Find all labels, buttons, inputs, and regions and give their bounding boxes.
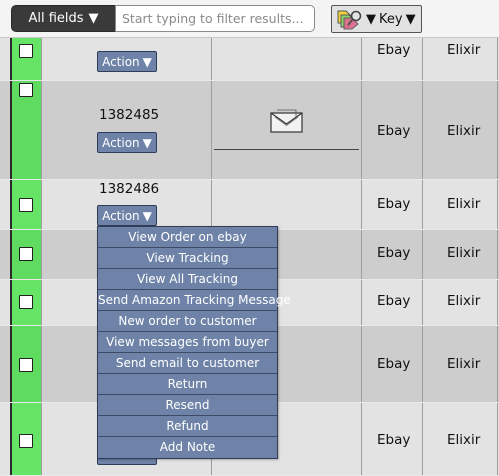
- filter-field-select[interactable]: All fields ▼: [11, 5, 116, 32]
- chevron-down-icon: ▼: [142, 135, 152, 150]
- channel-cell: Ebay: [377, 196, 411, 212]
- chevron-down-icon: ▼: [405, 11, 416, 27]
- message-divider: [214, 149, 359, 150]
- action-label: Action: [102, 54, 140, 69]
- order-id: 1382485: [99, 107, 160, 123]
- menu-item-view-tracking[interactable]: View Tracking: [98, 248, 277, 269]
- table-row: 1382486 Action ▼ Ebay Elixir: [0, 180, 499, 230]
- chevron-down-icon: ▼: [88, 11, 99, 26]
- chevron-down-icon: ▼: [142, 208, 152, 223]
- menu-item-refund[interactable]: Refund: [98, 416, 277, 437]
- tags-icon: [337, 10, 362, 30]
- menu-item-return[interactable]: Return: [98, 374, 277, 395]
- action-button[interactable]: Action ▼: [97, 132, 157, 153]
- channel-cell: Ebay: [377, 432, 411, 448]
- account-cell: Elixir: [447, 245, 481, 261]
- channel-cell: Ebay: [377, 356, 411, 372]
- filter-bar: All fields ▼ ▼ Key ▼: [0, 0, 499, 38]
- menu-item-view-all-tracking[interactable]: View All Tracking: [98, 269, 277, 290]
- account-cell: Elixir: [447, 42, 481, 58]
- key-button-label: Key: [379, 11, 403, 27]
- row-checkbox[interactable]: [19, 358, 33, 372]
- filter-input[interactable]: [115, 5, 315, 32]
- row-checkbox[interactable]: [19, 198, 33, 212]
- chevron-down-icon: ▼: [142, 54, 152, 69]
- action-label: Action: [102, 208, 140, 223]
- channel-cell: Ebay: [377, 293, 411, 309]
- menu-item-send-email-to-customer[interactable]: Send email to customer: [98, 353, 277, 374]
- menu-item-new-order-to-customer[interactable]: New order to customer: [98, 311, 277, 332]
- key-button[interactable]: ▼ Key ▼: [331, 5, 422, 33]
- filter-field-label: All fields: [28, 11, 84, 26]
- action-label: Action: [102, 135, 140, 150]
- row-checkbox[interactable]: [19, 434, 33, 448]
- channel-cell: Ebay: [377, 42, 411, 58]
- chevron-down-icon: ▼: [366, 11, 376, 27]
- menu-item-resend[interactable]: Resend: [98, 395, 277, 416]
- table-row: 1382484 Action ▼ Ebay Elixir: [0, 26, 499, 81]
- account-cell: Elixir: [447, 356, 481, 372]
- table-row: 1382485 Action ▼ Ebay Elixir: [0, 81, 499, 180]
- menu-item-view-messages-from-buyer[interactable]: View messages from buyer: [98, 332, 277, 353]
- action-menu: View Order on ebay View Tracking View Al…: [97, 226, 291, 459]
- menu-item-view-order-on-ebay[interactable]: View Order on ebay: [98, 227, 277, 248]
- menu-item-send-amazon-tracking-message[interactable]: Send Amazon Tracking Message: [98, 290, 291, 311]
- account-cell: Elixir: [447, 293, 481, 309]
- menu-item-add-note[interactable]: Add Note: [98, 437, 277, 458]
- action-button[interactable]: Action ▼: [97, 51, 157, 72]
- order-id: 1382486: [99, 181, 160, 197]
- row-checkbox[interactable]: [19, 247, 33, 261]
- row-checkbox[interactable]: [19, 295, 33, 309]
- row-checkbox[interactable]: [19, 83, 33, 97]
- channel-cell: Ebay: [377, 245, 411, 261]
- channel-cell: Ebay: [377, 123, 411, 139]
- envelope-icon[interactable]: [270, 109, 303, 133]
- account-cell: Elixir: [447, 196, 481, 212]
- action-button[interactable]: Action ▼: [97, 205, 157, 226]
- account-cell: Elixir: [447, 432, 481, 448]
- account-cell: Elixir: [447, 123, 481, 139]
- row-checkbox[interactable]: [19, 44, 33, 58]
